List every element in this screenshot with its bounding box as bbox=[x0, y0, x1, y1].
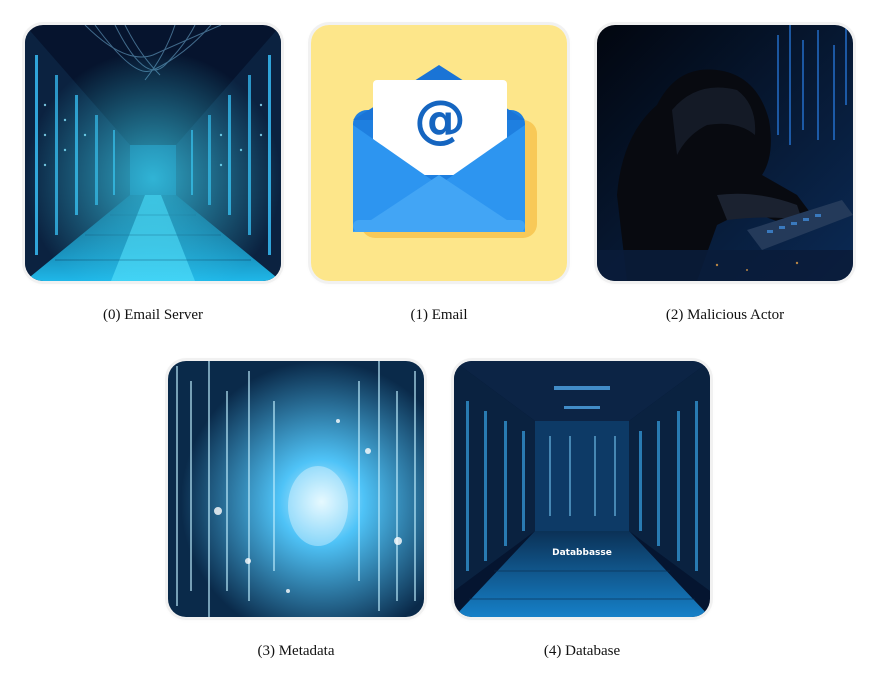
email-server-image bbox=[25, 25, 281, 281]
database-overlay-text: Databbasse bbox=[552, 548, 612, 558]
malicious-actor-image bbox=[597, 25, 853, 281]
caption-email: (1) Email bbox=[410, 307, 468, 323]
hooded-hacker-icon bbox=[597, 25, 853, 281]
database-room-icon: Databbasse bbox=[454, 361, 710, 617]
caption-database: (4) Database bbox=[543, 643, 621, 659]
data-stream-icon bbox=[168, 361, 424, 617]
caption-malicious-actor: (2) Malicious Actor bbox=[665, 307, 785, 323]
email-image: @ bbox=[311, 25, 567, 281]
at-symbol: @ bbox=[414, 90, 466, 150]
server-room-icon bbox=[25, 25, 281, 281]
caption-email-server: (0) Email Server bbox=[103, 307, 203, 323]
metadata-image bbox=[168, 361, 424, 617]
database-image: Databbasse bbox=[454, 361, 710, 617]
email-envelope-icon: @ bbox=[311, 25, 567, 281]
caption-metadata: (3) Metadata bbox=[257, 643, 335, 659]
